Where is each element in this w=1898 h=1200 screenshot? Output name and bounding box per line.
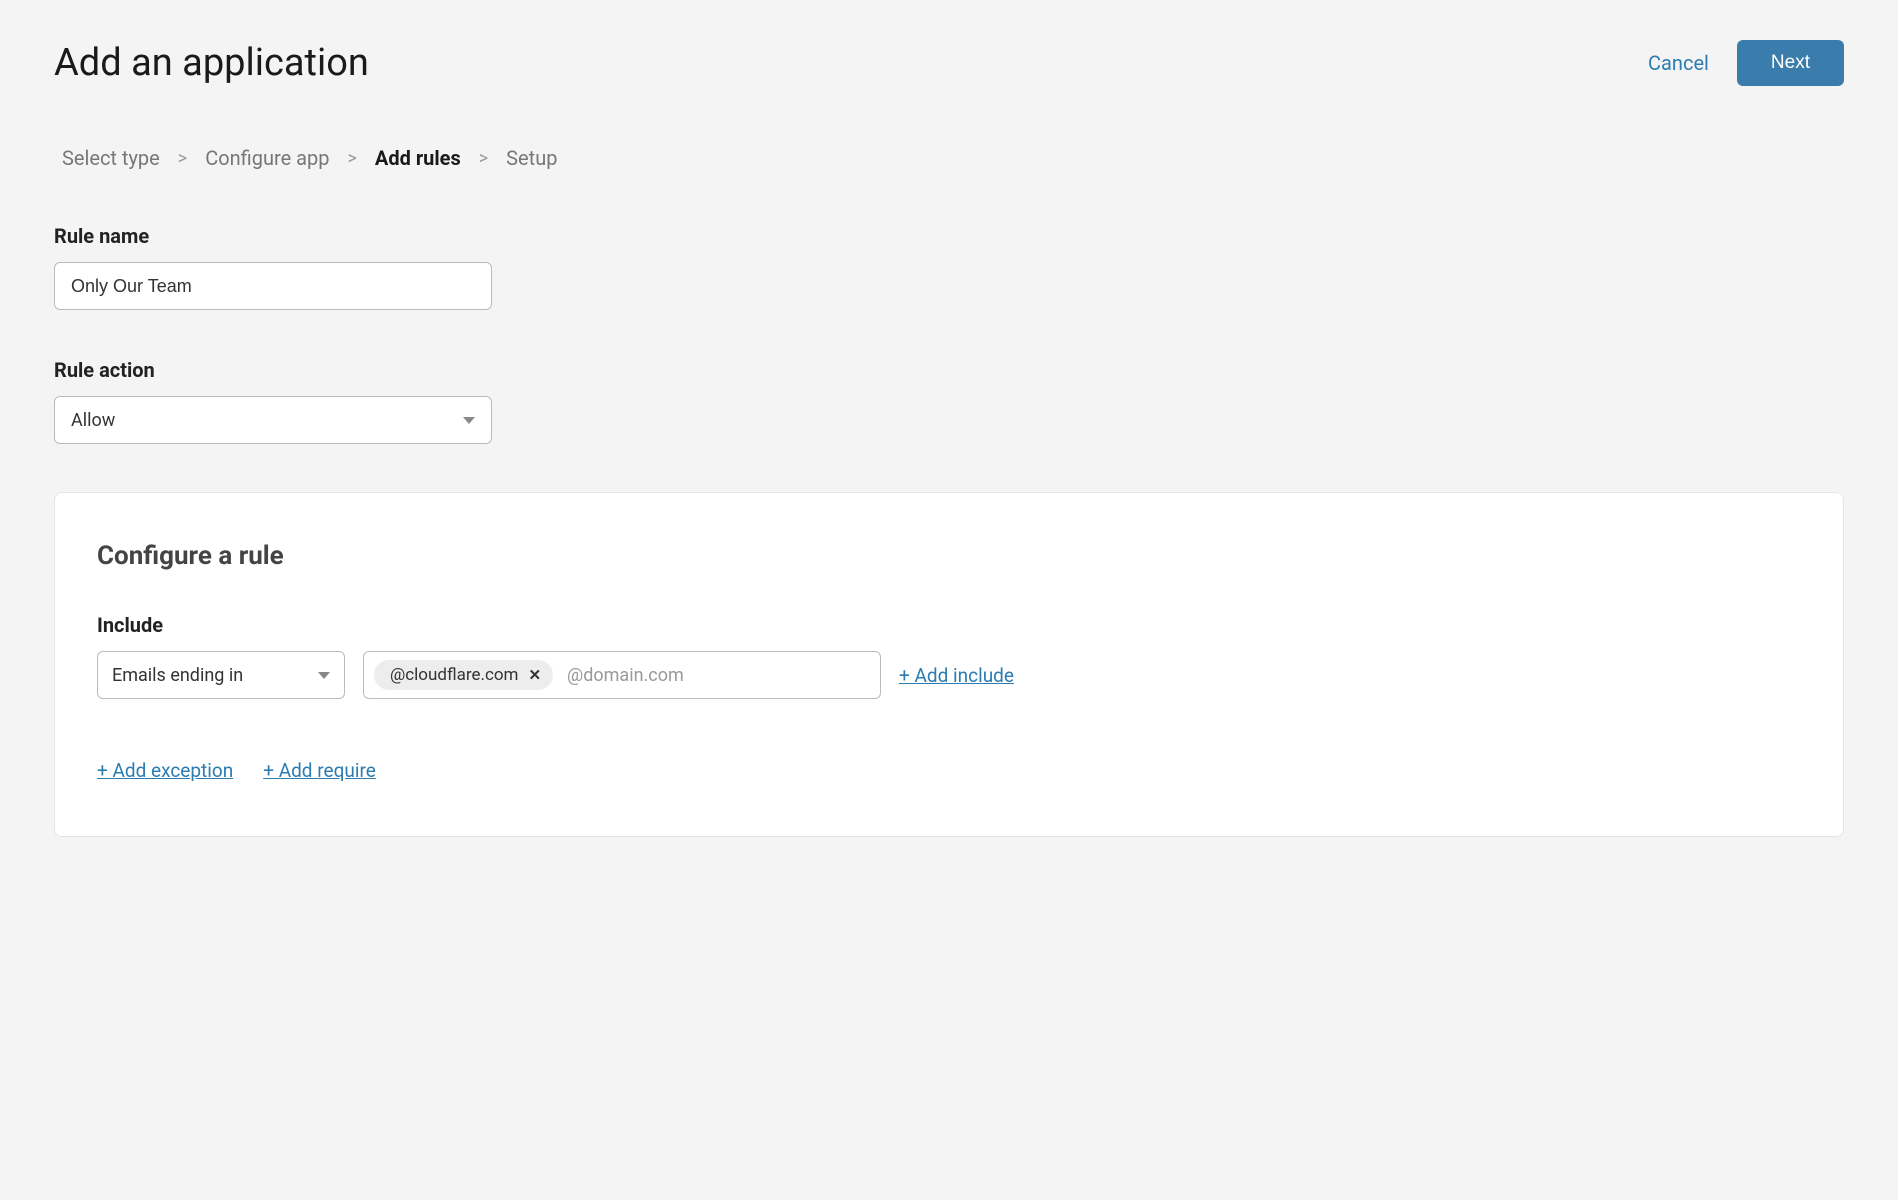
include-value-input[interactable]: @cloudflare.com ✕ @domain.com [363, 651, 881, 699]
rule-action-select[interactable]: Allow [54, 396, 492, 444]
include-selector[interactable]: Emails ending in [97, 651, 345, 699]
configure-rule-card: Configure a rule Include Emails ending i… [54, 492, 1844, 837]
add-require-link[interactable]: + Add require [263, 759, 376, 782]
close-icon[interactable]: ✕ [528, 666, 541, 684]
breadcrumb-select-type[interactable]: Select type [62, 146, 160, 170]
rule-action-value: Allow [71, 410, 115, 431]
breadcrumb-configure-app[interactable]: Configure app [205, 146, 329, 170]
rule-name-input[interactable] [54, 262, 492, 310]
add-exception-link[interactable]: + Add exception [97, 759, 233, 782]
chevron-down-icon [463, 417, 475, 424]
include-selector-value: Emails ending in [112, 665, 243, 686]
configure-rule-title: Configure a rule [97, 541, 1801, 571]
tag-chip: @cloudflare.com ✕ [374, 660, 553, 690]
header-actions: Cancel Next [1648, 40, 1844, 86]
page-title: Add an application [54, 41, 369, 85]
breadcrumb: Select type > Configure app > Add rules … [54, 146, 1844, 170]
next-button[interactable]: Next [1737, 40, 1844, 86]
chevron-right-icon: > [479, 148, 488, 169]
chevron-right-icon: > [348, 148, 357, 169]
rule-name-label: Rule name [54, 224, 1844, 248]
breadcrumb-add-rules[interactable]: Add rules [375, 146, 461, 170]
rule-action-label: Rule action [54, 358, 1844, 382]
tag-text: @cloudflare.com [390, 665, 518, 685]
chevron-right-icon: > [178, 148, 187, 169]
breadcrumb-setup[interactable]: Setup [506, 146, 557, 170]
include-label: Include [97, 613, 1801, 637]
chevron-down-icon [318, 672, 330, 679]
cancel-button[interactable]: Cancel [1648, 51, 1709, 75]
include-placeholder: @domain.com [567, 665, 684, 686]
add-include-link[interactable]: + Add include [899, 664, 1014, 687]
